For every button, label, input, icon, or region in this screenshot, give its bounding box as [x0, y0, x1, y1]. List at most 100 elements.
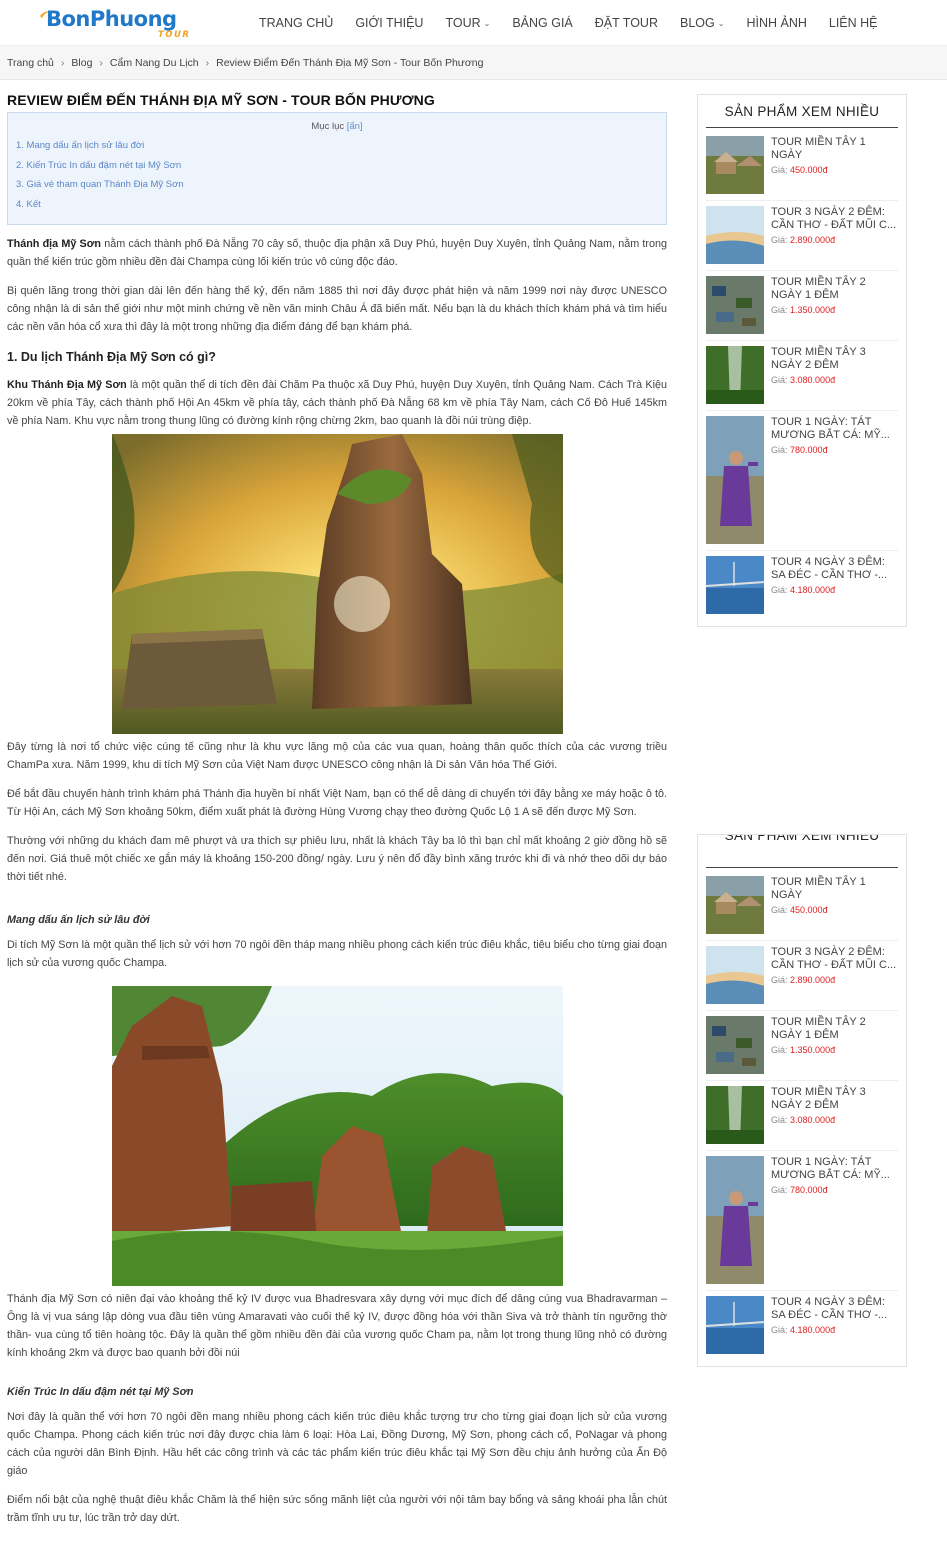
product-name[interactable]: TOUR 3 NGÀY 2 ĐÊM: CẦN THƠ - ĐẤT MŨI C..… — [771, 946, 898, 972]
nav-label: LIÊN HỆ — [828, 16, 878, 30]
price-label: Giá: — [771, 445, 788, 455]
price-value: 4.180.000đ — [790, 585, 836, 595]
product-item[interactable]: TOUR 1 NGÀY: TÁT MƯƠNG BẮT CÁ: MỸ... Giá:… — [706, 416, 898, 551]
toc-link[interactable]: 3. Giá vé tham quan Thánh Địa Mỹ Sơn — [16, 179, 658, 190]
product-info: TOUR MIỀN TÂY 2 NGÀY 1 ĐÊM Giá: 1.350.000… — [771, 276, 898, 334]
product-price: Giá: 1.350.000đ — [771, 305, 898, 315]
product-name[interactable]: TOUR 3 NGÀY 2 ĐÊM: CẦN THƠ - ĐẤT MŨI C..… — [771, 206, 898, 232]
product-name[interactable]: TOUR MIỀN TÂY 1 NGÀY — [771, 136, 898, 162]
product-item[interactable]: TOUR MIỀN TÂY 1 NGÀY Giá: 450.000đ — [706, 136, 898, 201]
product-thumbnail[interactable] — [706, 136, 764, 194]
product-name[interactable]: TOUR 1 NGÀY: TÁT MƯƠNG BẮT CÁ: MỸ... — [771, 416, 898, 442]
logo-subtext: TOUR — [158, 30, 191, 40]
product-item[interactable]: TOUR 1 NGÀY: TÁT MƯƠNG BẮT CÁ: MỸ... Giá:… — [706, 1156, 898, 1291]
paragraph: Thường với những du khách đam mê phượt v… — [7, 834, 667, 883]
product-name[interactable]: TOUR MIỀN TÂY 3 NGÀY 2 ĐÊM — [771, 346, 898, 372]
product-name[interactable]: TOUR MIỀN TÂY 2 NGÀY 1 ĐÊM — [771, 276, 898, 302]
product-item[interactable]: TOUR MIỀN TÂY 1 NGÀY Giá: 450.000đ — [706, 876, 898, 941]
breadcrumb-separator: › — [205, 56, 210, 69]
product-item[interactable]: TOUR MIỀN TÂY 2 NGÀY 1 ĐÊM Giá: 1.350.000… — [706, 276, 898, 341]
site-header: BonPhuong TOUR TRANG CHỦ GIỚI THIỆU TOUR… — [0, 0, 947, 46]
product-info: TOUR MIỀN TÂY 1 NGÀY Giá: 450.000đ — [771, 136, 898, 194]
subsection-heading: Kiến Trúc In dấu đậm nét tại Mỹ Sơn — [7, 1385, 194, 1398]
product-thumbnail-image — [706, 876, 764, 934]
product-name[interactable]: TOUR 4 NGÀY 3 ĐÊM: SA ĐÉC - CẦN THƠ -... — [771, 556, 898, 582]
product-thumbnail[interactable] — [706, 1086, 764, 1144]
product-thumbnail-image — [706, 1016, 764, 1074]
product-list: TOUR MIỀN TÂY 1 NGÀY Giá: 450.000đ TOUR 3 … — [706, 136, 898, 620]
product-item[interactable]: TOUR 3 NGÀY 2 ĐÊM: CẦN THƠ - ĐẤT MŨI C..… — [706, 946, 898, 1011]
price-value: 4.180.000đ — [790, 1325, 836, 1335]
product-name[interactable]: TOUR 4 NGÀY 3 ĐÊM: SA ĐÉC - CẦN THƠ -... — [771, 1296, 898, 1322]
product-name[interactable]: TOUR 1 NGÀY: TÁT MƯƠNG BẮT CÁ: MỸ... — [771, 1156, 898, 1182]
toc-link[interactable]: 1. Mang dấu ấn lịch sử lâu đời — [16, 140, 658, 151]
product-price: Giá: 4.180.000đ — [771, 1325, 898, 1335]
product-price: Giá: 450.000đ — [771, 905, 898, 915]
product-thumbnail[interactable] — [706, 416, 764, 544]
nav-item-contact[interactable]: LIÊN HỆ — [829, 16, 878, 30]
price-value: 1.350.000đ — [790, 305, 836, 315]
chevron-down-icon: ⌄ — [483, 18, 491, 28]
toc-link[interactable]: 4. Kết — [16, 199, 658, 210]
table-of-contents: Mục lục [ẩn] 1. Mang dấu ấn lịch sử lâu … — [7, 112, 667, 225]
paragraph: Điểm nổi bật của nghệ thuật điêu khắc Ch… — [7, 1493, 667, 1524]
page-title: REVIEW ĐIỂM ĐẾN THÁNH ĐỊA MỸ SƠN - TOUR … — [7, 92, 435, 108]
bold-term: Thánh địa Mỹ Sơn — [7, 237, 102, 250]
temple-ruins-photo — [111, 985, 563, 1286]
product-info: TOUR MIỀN TÂY 3 NGÀY 2 ĐÊM Giá: 3.080.000… — [771, 346, 898, 404]
product-info: TOUR 3 NGÀY 2 ĐÊM: CẦN THƠ - ĐẤT MŨI C..… — [771, 206, 898, 264]
product-thumbnail[interactable] — [706, 1016, 764, 1074]
paragraph: Nơi đây là quần thể với hơn 70 ngôi đền … — [7, 1410, 667, 1477]
toc-heading: Mục lục — [311, 121, 345, 132]
product-item[interactable]: TOUR MIỀN TÂY 2 NGÀY 1 ĐÊM Giá: 1.350.000… — [706, 1016, 898, 1081]
price-label: Giá: — [771, 585, 788, 595]
widget-title: SẢN PHẨM XEM NHIỀU — [706, 835, 898, 868]
product-thumbnail[interactable] — [706, 946, 764, 1004]
section-heading: 1. Du lịch Thánh Địa Mỹ Sơn có gì? — [7, 349, 216, 364]
nav-item-tour[interactable]: TOUR ⌄ — [445, 16, 490, 30]
breadcrumb-blog[interactable]: Blog — [71, 57, 92, 69]
toc-toggle[interactable]: [ẩn] — [347, 121, 363, 132]
nav-item-blog[interactable]: BLOG ⌄ — [680, 16, 724, 30]
site-logo[interactable]: BonPhuong TOUR — [40, 6, 190, 40]
product-thumbnail[interactable] — [706, 556, 764, 614]
price-value: 450.000đ — [790, 165, 828, 175]
product-thumbnail[interactable] — [706, 346, 764, 404]
product-item[interactable]: TOUR MIỀN TÂY 3 NGÀY 2 ĐÊM Giá: 3.080.000… — [706, 1086, 898, 1151]
nav-label: TOUR — [445, 16, 481, 30]
product-thumbnail[interactable] — [706, 206, 764, 264]
nav-item-pricing[interactable]: BẢNG GIÁ — [512, 16, 572, 30]
price-value: 2.890.000đ — [790, 235, 836, 245]
paragraph: Thánh địa Mỹ Sơn có niên đại vào khoảng … — [7, 1292, 667, 1359]
product-name[interactable]: TOUR MIỀN TÂY 3 NGÀY 2 ĐÊM — [771, 1086, 898, 1112]
nav-item-gallery[interactable]: HÌNH ẢNH — [746, 16, 806, 30]
product-thumbnail-image — [706, 556, 764, 614]
popular-products-widget: SẢN PHẨM XEM NHIỀU TOUR MIỀN TÂY 1 NGÀY G… — [697, 94, 907, 627]
product-thumbnail[interactable] — [706, 276, 764, 334]
product-item[interactable]: TOUR 4 NGÀY 3 ĐÊM: SA ĐÉC - CẦN THƠ -...… — [706, 556, 898, 620]
price-label: Giá: — [771, 905, 788, 915]
product-thumbnail-image — [706, 946, 764, 1004]
product-item[interactable]: TOUR 4 NGÀY 3 ĐÊM: SA ĐÉC - CẦN THƠ -...… — [706, 1296, 898, 1360]
breadcrumb-home[interactable]: Trang chủ — [7, 57, 54, 69]
product-info: TOUR 1 NGÀY: TÁT MƯƠNG BẮT CÁ: MỸ... Giá:… — [771, 416, 898, 544]
nav-item-home[interactable]: TRANG CHỦ — [259, 16, 333, 30]
product-thumbnail-image — [706, 416, 764, 544]
price-label: Giá: — [771, 165, 788, 175]
product-thumbnail[interactable] — [706, 876, 764, 934]
price-value: 1.350.000đ — [790, 1045, 836, 1055]
product-name[interactable]: TOUR MIỀN TÂY 2 NGÀY 1 ĐÊM — [771, 1016, 898, 1042]
nav-item-about[interactable]: GIỚI THIỆU — [355, 16, 423, 30]
price-label: Giá: — [771, 1045, 788, 1055]
toc-link[interactable]: 2. Kiến Trúc In dấu đậm nét tại Mỹ Sơn — [16, 160, 658, 171]
nav-item-booking[interactable]: ĐẶT TOUR — [595, 16, 658, 30]
product-item[interactable]: TOUR 3 NGÀY 2 ĐÊM: CẦN THƠ - ĐẤT MŨI C..… — [706, 206, 898, 271]
product-thumbnail[interactable] — [706, 1156, 764, 1284]
product-item[interactable]: TOUR MIỀN TÂY 3 NGÀY 2 ĐÊM Giá: 3.080.000… — [706, 346, 898, 411]
breadcrumb-separator: › — [60, 56, 65, 69]
product-info: TOUR MIỀN TÂY 1 NGÀY Giá: 450.000đ — [771, 876, 898, 934]
breadcrumb-category[interactable]: Cẩm Nang Du Lịch — [110, 57, 199, 69]
product-name[interactable]: TOUR MIỀN TÂY 1 NGÀY — [771, 876, 898, 902]
product-thumbnail-image — [706, 346, 764, 404]
product-thumbnail[interactable] — [706, 1296, 764, 1354]
